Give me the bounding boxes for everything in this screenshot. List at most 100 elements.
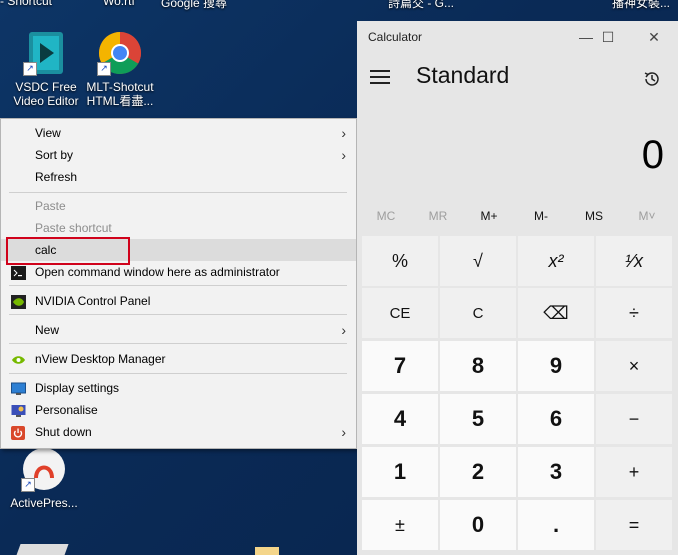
cmd-icon: [11, 265, 26, 280]
digit-5-button[interactable]: 5: [440, 394, 516, 444]
desktop-top-labels: - Shortcut Wo.rtf Google 搜尋 詩篇交 - G... 播…: [0, 0, 678, 10]
menu-item-label: Personalise: [35, 403, 98, 417]
chevron-right-icon: ›: [341, 125, 346, 141]
desktop-label: 播神女裝...: [612, 0, 671, 10]
percent-button[interactable]: %: [362, 236, 438, 286]
menu-separator: [9, 285, 347, 286]
menu-separator: [9, 373, 347, 374]
shutdown-icon: [11, 425, 26, 440]
square-root-button[interactable]: √: [440, 236, 516, 286]
digit-8-button[interactable]: 8: [440, 341, 516, 391]
highlight-box: [6, 237, 130, 265]
menu-item-paste-shortcut: Paste shortcut: [1, 217, 356, 239]
add-button[interactable]: +: [596, 447, 672, 497]
menu-item-nvidia-control-panel[interactable]: NVIDIA Control Panel: [1, 290, 356, 312]
menu-item-nview-desktop-manager[interactable]: nView Desktop Manager: [1, 348, 356, 370]
window-title: Calculator: [368, 30, 423, 44]
shortcut-arrow-icon: ↗: [23, 62, 37, 76]
memory-clear-button[interactable]: MC: [361, 209, 411, 223]
multiply-button[interactable]: ×: [596, 341, 672, 391]
digit-0-button[interactable]: 0: [440, 500, 516, 550]
nvidia-icon: [11, 294, 26, 309]
digit-7-button[interactable]: 7: [362, 341, 438, 391]
personalise-icon: [11, 403, 26, 417]
desktop-icon-vsdc[interactable]: ↗ VSDC Free Video Editor: [8, 30, 84, 108]
menu-item-label: NVIDIA Control Panel: [35, 294, 151, 308]
menu-separator: [9, 314, 347, 315]
menu-separator: [9, 343, 347, 344]
desktop-label: - Shortcut: [0, 0, 53, 8]
divide-button[interactable]: ÷: [596, 288, 672, 338]
digit-3-button[interactable]: 3: [518, 447, 594, 497]
memory-add-button[interactable]: M+: [464, 209, 514, 223]
calculator-titlebar[interactable]: Calculator — ☐ ✕: [357, 21, 678, 53]
digit-4-button[interactable]: 4: [362, 394, 438, 444]
menu-item-label: Refresh: [35, 170, 78, 184]
menu-item-label: Display settings: [35, 381, 120, 395]
desktop-label: Wo.rtf: [103, 0, 135, 8]
nview-icon: [11, 352, 26, 366]
folder-icon: [255, 547, 279, 555]
memory-list-button[interactable]: M˅: [622, 209, 672, 223]
calculator-window: Calculator — ☐ ✕ Standard 0 MC MR M+ M- …: [357, 21, 678, 555]
digit-6-button[interactable]: 6: [518, 394, 594, 444]
equals-button[interactable]: =: [596, 500, 672, 550]
vsdc-icon: ↗: [23, 30, 69, 76]
activepresenter-icon: ↗: [21, 446, 67, 492]
chrome-icon: ↗: [97, 30, 143, 76]
chevron-right-icon: ›: [341, 322, 346, 338]
chevron-right-icon: ›: [341, 147, 346, 163]
chevron-right-icon: ›: [341, 424, 346, 440]
menu-item-label: New: [35, 323, 60, 337]
calculator-display: 0: [641, 133, 664, 177]
reciprocal-button[interactable]: ¹⁄x: [596, 236, 672, 286]
menu-item-personalise[interactable]: Personalise: [1, 399, 356, 421]
menu-item-label: View: [35, 126, 61, 140]
memory-subtract-button[interactable]: M-: [516, 209, 566, 223]
menu-item-display-settings[interactable]: Display settings: [1, 377, 356, 399]
shortcut-arrow-icon: ↗: [21, 478, 35, 492]
desktop-icon-chrome[interactable]: ↗ MLT-Shotcut HTML看盡...: [82, 30, 158, 108]
digit-9-button[interactable]: 9: [518, 341, 594, 391]
menu-item-shut-down[interactable]: Shut down ›: [1, 421, 356, 443]
desktop-icon-activepresenter[interactable]: ↗ ActivePres...: [6, 446, 82, 510]
menu-separator: [9, 192, 347, 193]
decimal-button[interactable]: .: [518, 500, 594, 550]
menu-item-new[interactable]: New ›: [1, 319, 356, 341]
desktop-context-menu: View › Sort by › Refresh Paste Paste sho…: [0, 118, 357, 449]
desktop-icon-label: ActivePres...: [10, 496, 78, 510]
subtract-button[interactable]: −: [596, 394, 672, 444]
menu-item-refresh[interactable]: Refresh: [1, 166, 356, 188]
desktop-icon-label: VSDC Free: [15, 80, 77, 94]
backspace-button[interactable]: ⌫: [518, 288, 594, 338]
shortcut-arrow-icon: ↗: [97, 62, 111, 76]
desktop-icon-label: HTML看盡...: [86, 94, 154, 108]
desktop-icon-label: Video Editor: [13, 94, 79, 108]
display-icon: [11, 381, 26, 395]
close-button[interactable]: ✕: [639, 26, 669, 48]
memory-recall-button[interactable]: MR: [413, 209, 463, 223]
desktop-label: Google 搜尋: [161, 0, 228, 10]
negate-button[interactable]: ±: [362, 500, 438, 550]
history-icon[interactable]: [642, 69, 662, 89]
menu-item-label: nView Desktop Manager: [35, 352, 166, 366]
square-button[interactable]: x²: [518, 236, 594, 286]
digit-2-button[interactable]: 2: [440, 447, 516, 497]
clear-entry-button[interactable]: CE: [362, 288, 438, 338]
hamburger-menu-icon[interactable]: [370, 70, 390, 84]
digit-1-button[interactable]: 1: [362, 447, 438, 497]
desktop-icon-label: MLT-Shotcut: [86, 80, 154, 94]
menu-item-label: Paste shortcut: [35, 221, 112, 235]
menu-item-label: Shut down: [35, 425, 92, 439]
clear-button[interactable]: C: [440, 288, 516, 338]
menu-item-sort-by[interactable]: Sort by ›: [1, 144, 356, 166]
menu-item-label: Paste: [35, 199, 66, 213]
menu-item-view[interactable]: View ›: [1, 122, 356, 144]
memory-store-button[interactable]: MS: [569, 209, 619, 223]
desktop-label: 詩篇交 - G...: [388, 0, 455, 10]
menu-item-paste: Paste: [1, 195, 356, 217]
maximize-button[interactable]: ☐: [593, 26, 623, 48]
calculator-mode-title: Standard: [416, 62, 510, 88]
menu-item-label: Sort by: [35, 148, 74, 162]
partial-icon: [15, 544, 69, 555]
